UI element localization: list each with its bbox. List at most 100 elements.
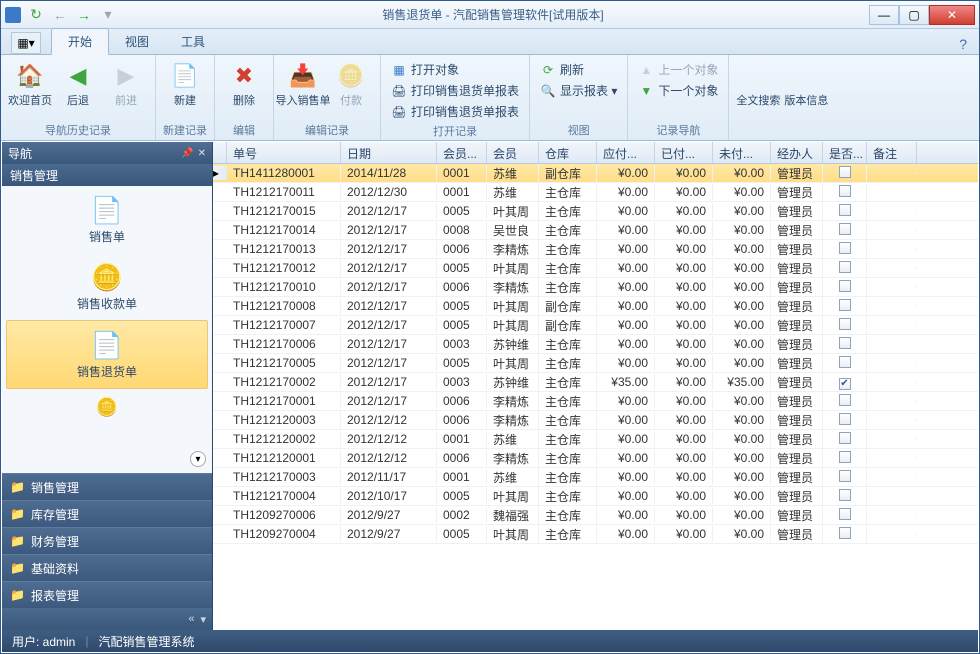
cell-checked[interactable] [823,355,867,372]
table-row[interactable]: TH12121700042012/10/170005叶其周主仓库¥0.00¥0.… [213,487,978,506]
qat-back-icon[interactable]: ← [51,6,69,24]
refresh-icon[interactable]: ↻ [27,6,45,24]
checkbox-icon[interactable] [839,223,851,235]
checkbox-icon[interactable]: ✔ [839,378,851,390]
cell-checked[interactable]: ✔ [823,374,867,391]
tab-view[interactable]: 视图 [109,29,165,54]
col-header[interactable]: 经办人 [771,142,823,163]
print-report2-link[interactable]: 🖨打印销售退货单报表 [387,101,523,122]
file-menu-button[interactable]: ▦▾ [11,32,41,54]
import-button[interactable]: 📥导入销售单 [280,57,326,113]
open-object-link[interactable]: ▦打开对象 [387,59,523,80]
cell-checked[interactable] [823,203,867,220]
refresh-link[interactable]: ⟳刷新 [536,59,621,80]
cell-checked[interactable] [823,393,867,410]
cell-checked[interactable] [823,507,867,524]
cell-checked[interactable] [823,526,867,543]
table-row[interactable]: TH12121700082012/12/170005叶其周副仓库¥0.00¥0.… [213,297,978,316]
cell-checked[interactable] [823,241,867,258]
cell-checked[interactable] [823,412,867,429]
delete-button[interactable]: ✖删除 [221,57,267,113]
table-row[interactable]: TH12121700062012/12/170003苏钟维主仓库¥0.00¥0.… [213,335,978,354]
checkbox-icon[interactable] [839,299,851,311]
col-header[interactable]: 日期 [341,142,437,163]
print-report1-link[interactable]: 🖨打印销售退货单报表 [387,80,523,101]
table-row[interactable]: ▸TH14112800012014/11/280001苏维副仓库¥0.00¥0.… [213,164,978,183]
table-row[interactable]: TH12121700012012/12/170006李精炼主仓库¥0.00¥0.… [213,392,978,411]
cell-checked[interactable] [823,279,867,296]
col-header[interactable]: 单号 [227,142,341,163]
nav-collapse-icon[interactable]: « [188,613,194,625]
cell-checked[interactable] [823,222,867,239]
expand-icon[interactable]: ▾ [190,451,206,467]
home-button[interactable]: 🏠欢迎首页 [7,57,53,113]
nav-item-sales-order[interactable]: 📄 销售单 [2,186,212,253]
nav-menu-icon[interactable]: ▾ [200,613,206,626]
table-row[interactable]: TH12121200032012/12/120006李精炼主仓库¥0.00¥0.… [213,411,978,430]
pin-icon[interactable]: 📌 [181,148,193,159]
checkbox-icon[interactable] [839,413,851,425]
col-header[interactable]: 已付... [655,142,713,163]
show-report-link[interactable]: 🔍显示报表 ▾ [536,80,621,101]
tab-start[interactable]: 开始 [51,28,109,55]
col-header[interactable]: 应付... [597,142,655,163]
row-indicator[interactable]: ▸ [213,166,227,180]
checkbox-icon[interactable] [839,280,851,292]
table-row[interactable]: TH12121700052012/12/170005叶其周主仓库¥0.00¥0.… [213,354,978,373]
nav-category[interactable]: 📁财务管理 [2,527,212,554]
col-header[interactable]: 备注 [867,142,917,163]
nav-category[interactable]: 📁基础资料 [2,554,212,581]
col-header[interactable]: 是否... [823,142,867,163]
back-button[interactable]: ◀后退 [55,57,101,113]
cell-checked[interactable] [823,184,867,201]
table-row[interactable]: TH12121200022012/12/120001苏维主仓库¥0.00¥0.0… [213,430,978,449]
nav-close-icon[interactable]: ✕ [198,148,206,159]
qat-dropdown-icon[interactable]: ▾ [99,6,117,24]
cell-checked[interactable] [823,469,867,486]
table-row[interactable]: TH12121700122012/12/170005叶其周主仓库¥0.00¥0.… [213,259,978,278]
checkbox-icon[interactable] [839,470,851,482]
checkbox-icon[interactable] [839,318,851,330]
close-button[interactable]: ✕ [929,5,975,25]
row-selector-header[interactable] [213,142,227,163]
nav-category[interactable]: 📁报表管理 [2,581,212,608]
nav-item-more[interactable]: 🪙 [2,389,212,425]
col-header[interactable]: 会员 [487,142,539,163]
table-row[interactable]: TH12092700042012/9/270005叶其周主仓库¥0.00¥0.0… [213,525,978,544]
cell-checked[interactable] [823,298,867,315]
checkbox-icon[interactable] [839,261,851,273]
qat-forward-icon[interactable]: → [75,6,93,24]
cell-checked[interactable] [823,336,867,353]
cell-checked[interactable] [823,450,867,467]
checkbox-icon[interactable] [839,527,851,539]
next-object-link[interactable]: ▼下一个对象 [634,80,722,101]
cell-checked[interactable] [823,260,867,277]
nav-item-return[interactable]: 📄 销售退货单 [6,320,208,389]
table-row[interactable]: TH12121200012012/12/120006李精炼主仓库¥0.00¥0.… [213,449,978,468]
help-icon[interactable]: ? [955,34,971,54]
nav-category[interactable]: 📁销售管理 [2,473,212,500]
nav-category[interactable]: 📁库存管理 [2,500,212,527]
cell-checked[interactable] [823,165,867,182]
cell-checked[interactable] [823,488,867,505]
checkbox-icon[interactable] [839,204,851,216]
nav-item-receipt[interactable]: 🪙 销售收款单 [2,253,212,320]
nav-section-header[interactable]: 销售管理 [2,164,212,186]
col-header[interactable]: 仓库 [539,142,597,163]
new-button[interactable]: 📄新建 [162,57,208,113]
checkbox-icon[interactable] [839,356,851,368]
table-row[interactable]: TH12121700022012/12/170003苏钟维主仓库¥35.00¥0… [213,373,978,392]
table-row[interactable]: TH12092700062012/9/270002魏福强主仓库¥0.00¥0.0… [213,506,978,525]
fulltext-search-button[interactable]: 全文搜索 [735,57,781,113]
table-row[interactable]: TH12121700112012/12/300001苏维主仓库¥0.00¥0.0… [213,183,978,202]
cell-checked[interactable] [823,431,867,448]
table-row[interactable]: TH12121700142012/12/170008吴世良主仓库¥0.00¥0.… [213,221,978,240]
grid-body[interactable]: ▸TH14112800012014/11/280001苏维副仓库¥0.00¥0.… [213,164,978,630]
table-row[interactable]: TH12121700132012/12/170006李精炼主仓库¥0.00¥0.… [213,240,978,259]
checkbox-icon[interactable] [839,432,851,444]
col-header[interactable]: 会员... [437,142,487,163]
cell-checked[interactable] [823,317,867,334]
minimize-button[interactable]: — [869,5,899,25]
version-info-button[interactable]: 版本信息 [783,57,829,113]
table-row[interactable]: TH12121700152012/12/170005叶其周主仓库¥0.00¥0.… [213,202,978,221]
